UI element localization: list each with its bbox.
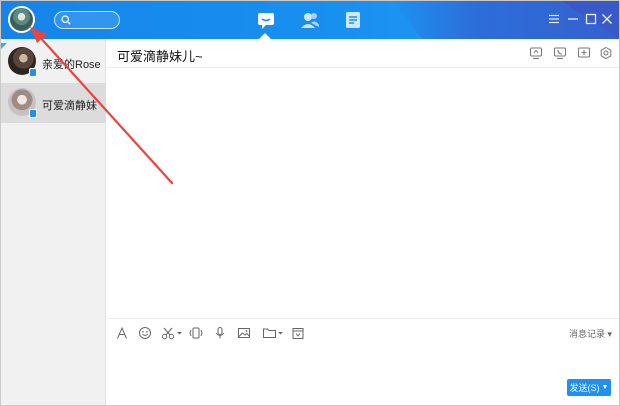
image-icon xyxy=(238,328,250,338)
chevron-down-icon: ▾ xyxy=(607,329,612,339)
search-input[interactable] xyxy=(73,13,117,27)
mic-icon xyxy=(215,327,225,339)
message-history-link[interactable]: 消息记录 ▾ xyxy=(569,327,612,340)
tab-notes[interactable] xyxy=(342,9,364,31)
settings-icon xyxy=(600,46,612,60)
screen-share-button[interactable] xyxy=(529,46,543,60)
message-input[interactable]: 发送(S) ▼ xyxy=(107,346,620,406)
calendar-icon xyxy=(292,328,304,339)
font-button[interactable] xyxy=(115,326,129,340)
menu-icon xyxy=(549,14,559,24)
search-icon xyxy=(61,15,71,25)
screenshot-button[interactable] xyxy=(161,326,183,340)
minimize-button[interactable] xyxy=(566,12,580,26)
shake-icon xyxy=(189,327,203,339)
emoji-icon xyxy=(139,327,151,339)
close-button[interactable] xyxy=(600,12,614,26)
contact-name: 可爱滴静妹 xyxy=(42,100,97,112)
voice-button[interactable] xyxy=(213,326,227,340)
minimize-icon xyxy=(568,18,578,20)
contact-name: 亲爱的Rose xyxy=(42,59,101,71)
call-button[interactable] xyxy=(553,46,567,60)
conversation-list: 亲爱的Rose 可爱滴静妹 xyxy=(0,39,106,406)
search-box[interactable] xyxy=(54,11,120,29)
tab-chats[interactable] xyxy=(255,9,277,31)
scissors-icon xyxy=(161,327,182,340)
contacts-icon xyxy=(301,13,319,28)
history-label: 消息记录 xyxy=(568,329,605,339)
tab-contacts[interactable] xyxy=(299,9,321,31)
title-bar xyxy=(0,0,620,39)
menu-button[interactable] xyxy=(547,12,561,26)
schedule-button[interactable] xyxy=(291,326,305,340)
emoji-button[interactable] xyxy=(138,326,152,340)
self-avatar[interactable] xyxy=(8,6,35,33)
chat-settings-button[interactable] xyxy=(599,46,613,60)
folder-icon xyxy=(263,328,283,338)
chat-title: 可爱滴静妹儿~ xyxy=(117,49,203,64)
screen-share-icon xyxy=(530,47,542,59)
image-button[interactable] xyxy=(237,326,251,340)
maximize-button[interactable] xyxy=(584,12,598,26)
shake-button[interactable] xyxy=(189,326,203,340)
list-item[interactable]: 可爱滴静妹 xyxy=(0,83,106,123)
maximize-icon xyxy=(585,13,597,25)
add-member-button[interactable] xyxy=(577,46,591,60)
add-member-icon xyxy=(578,47,590,58)
chat-bubble-icon xyxy=(258,13,274,29)
composer-toolbar: 消息记录 ▾ xyxy=(107,318,620,346)
phone-icon xyxy=(554,47,566,59)
notes-icon xyxy=(346,12,360,28)
font-icon xyxy=(117,326,127,339)
chat-header: 可爱滴静妹儿~ xyxy=(107,39,620,68)
online-badge xyxy=(29,68,37,77)
chevron-down-icon: ▼ xyxy=(601,384,609,391)
send-button[interactable]: 发送(S) ▼ xyxy=(567,379,611,396)
list-item[interactable]: 亲爱的Rose xyxy=(0,42,106,82)
message-area[interactable] xyxy=(107,68,620,318)
close-icon xyxy=(602,14,612,24)
send-label: 发送(S) xyxy=(569,383,600,393)
online-badge xyxy=(29,109,37,118)
file-button[interactable] xyxy=(262,326,284,340)
